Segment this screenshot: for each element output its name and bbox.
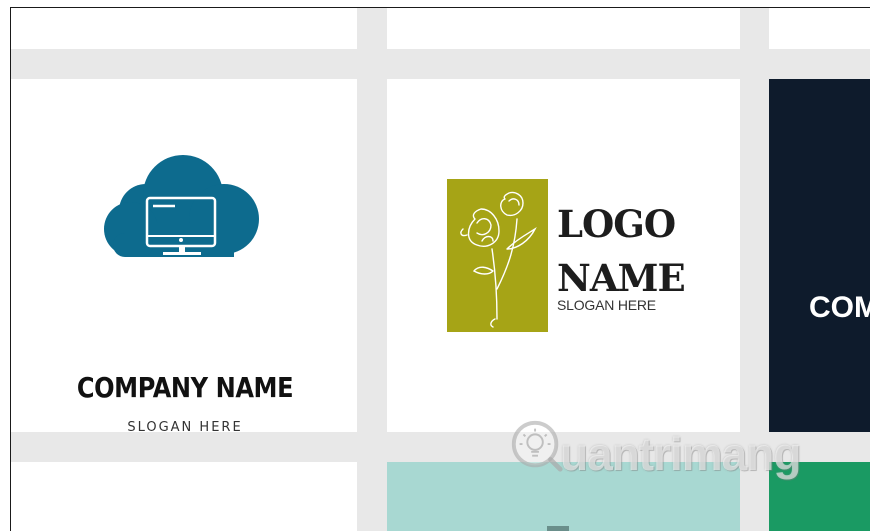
template-card-top-2[interactable] xyxy=(387,8,740,49)
logo-text-line1: LOGO xyxy=(557,202,676,246)
cloud-monitor-icon xyxy=(104,155,259,257)
partial-mark xyxy=(547,526,569,531)
flower-logo-box xyxy=(447,179,548,332)
screenshot-frame-left xyxy=(0,0,10,531)
company-name-text: COMPANY NAME xyxy=(76,371,294,404)
template-card-top-1[interactable] xyxy=(11,8,357,49)
slogan-text: SLOGAN HERE xyxy=(557,297,656,313)
template-card-company-cloud[interactable]: COMPANY NAME SLOGAN HERE xyxy=(11,79,357,432)
template-card-bottom-3[interactable] xyxy=(769,462,870,531)
template-card-bottom-1[interactable] xyxy=(11,462,357,531)
template-card-bottom-2[interactable] xyxy=(387,462,740,531)
slogan-text: SLOGAN HERE xyxy=(127,420,243,432)
peony-flower-icon xyxy=(460,191,537,328)
template-card-top-3[interactable] xyxy=(769,8,870,49)
template-card-dark-company[interactable]: COM xyxy=(769,79,870,432)
company-name-partial: COM xyxy=(809,291,870,324)
template-card-flower-logo[interactable]: LOGO NAME SLOGAN HERE xyxy=(387,79,740,432)
